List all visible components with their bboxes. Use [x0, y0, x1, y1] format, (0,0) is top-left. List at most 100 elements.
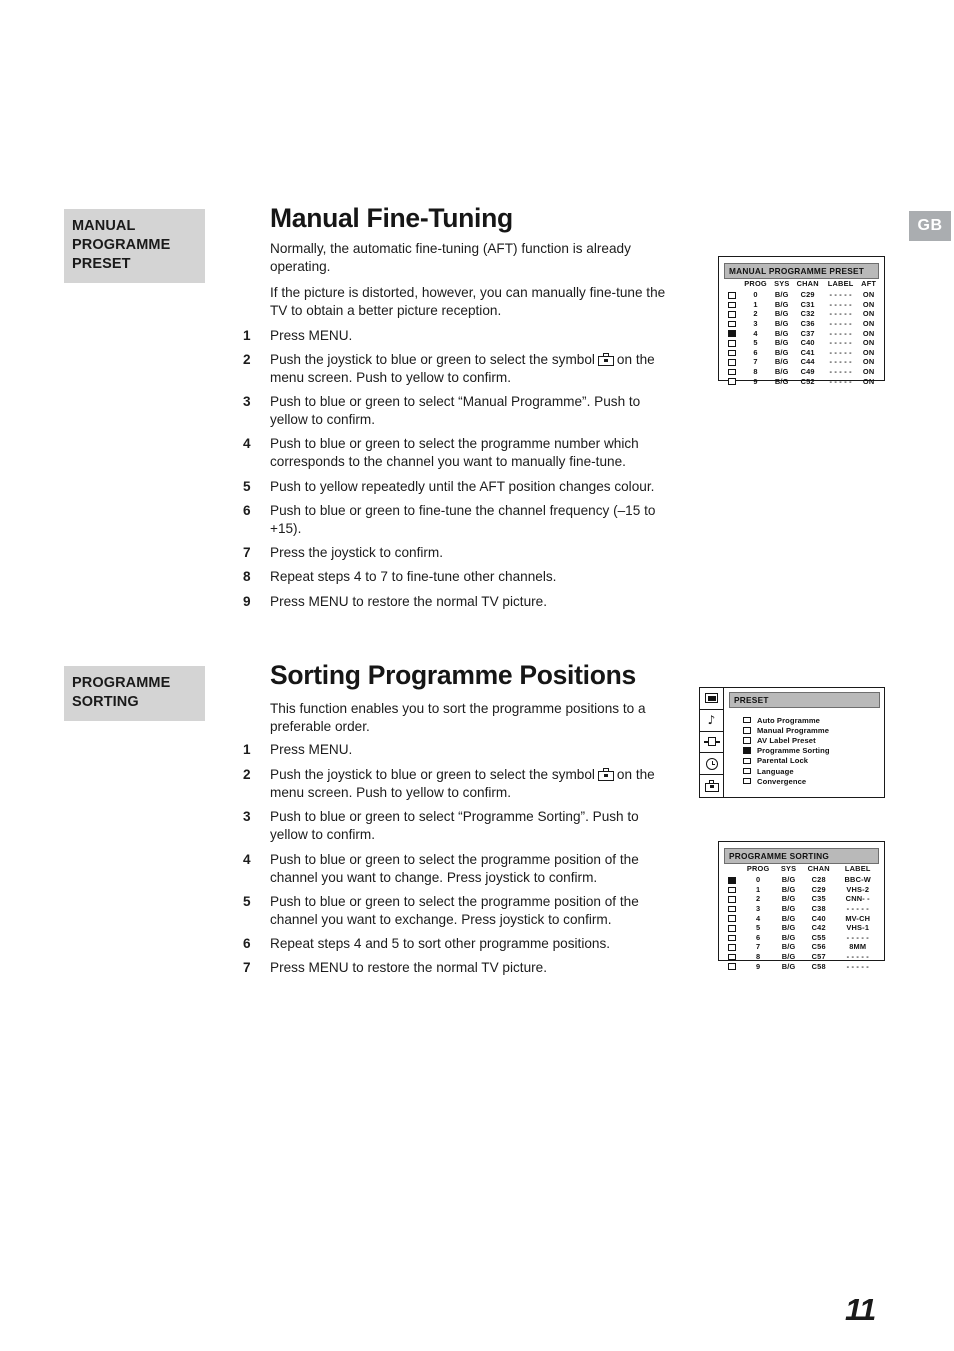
table-cell-aft: ON — [862, 376, 875, 386]
table-row[interactable]: 9 B/G C58 - - - - - — [724, 961, 879, 971]
table-row[interactable]: 0 B/G C28 BBC-W — [724, 875, 879, 885]
table-row[interactable]: 2 B/G C32 - - - - - ON — [724, 309, 879, 319]
checkbox-icon[interactable] — [728, 320, 736, 328]
osd-preset-menu: ♪ PRESET Auto Programme Manual Programme A… — [699, 687, 885, 798]
preset-menu-item[interactable]: Auto Programme — [743, 715, 880, 725]
checkbox-icon[interactable] — [728, 340, 736, 347]
checkbox-icon[interactable] — [728, 915, 736, 922]
row-checkbox-cell[interactable] — [724, 933, 740, 943]
checkbox-icon[interactable] — [743, 737, 751, 744]
table-row[interactable]: 7 B/G C44 - - - - - ON — [724, 357, 879, 367]
preset-menu-body: PRESET Auto Programme Manual Programme AV … — [724, 688, 884, 797]
checkbox-icon[interactable] — [728, 953, 736, 961]
checkbox-icon[interactable] — [728, 349, 736, 357]
table-cell-label: - - - - - — [829, 309, 852, 319]
table-header-cell: PROG — [746, 864, 770, 873]
table-row[interactable]: 0 B/G C29 - - - - - ON — [724, 290, 879, 300]
row-checkbox-cell[interactable] — [724, 885, 740, 895]
row-checkbox-cell[interactable] — [724, 961, 740, 971]
checkbox-icon[interactable] — [728, 963, 736, 970]
rail-item-timer[interactable] — [700, 753, 723, 776]
row-checkbox-cell[interactable] — [724, 338, 740, 348]
table-row[interactable]: 3 B/G C36 - - - - - ON — [724, 319, 879, 329]
table-row[interactable]: 5 B/G C42 VHS-1 — [724, 923, 879, 933]
checkbox-icon[interactable] — [743, 757, 751, 765]
table-cell-chan: C55 — [811, 932, 826, 942]
checkbox-icon[interactable] — [728, 292, 736, 299]
row-checkbox-cell[interactable] — [724, 367, 740, 377]
table-row[interactable]: 8 B/G C49 - - - - - ON — [724, 367, 879, 377]
row-checkbox-cell[interactable] — [724, 875, 740, 885]
table-row[interactable]: 7 B/G C56 8MM — [724, 942, 879, 952]
table-cell-chan: C32 — [800, 309, 815, 319]
row-checkbox-cell[interactable] — [724, 942, 740, 952]
rail-item-av[interactable] — [700, 731, 723, 754]
table-cell-label: BBC-W — [844, 875, 871, 885]
table-row[interactable]: 3 B/G C38 - - - - - — [724, 904, 879, 914]
preset-menu-item[interactable]: AV Label Preset — [743, 735, 880, 745]
checkbox-icon[interactable] — [728, 301, 736, 309]
row-checkbox-cell[interactable] — [724, 913, 740, 923]
row-checkbox-cell[interactable] — [724, 319, 740, 329]
checkbox-icon[interactable] — [728, 934, 736, 942]
row-checkbox-cell[interactable] — [724, 904, 740, 914]
rail-item-picture[interactable] — [700, 688, 723, 710]
table-cell-chan: C58 — [811, 961, 826, 971]
row-checkbox-cell[interactable] — [724, 290, 740, 300]
row-checkbox-cell[interactable] — [724, 923, 740, 933]
step-item: 6 Repeat steps 4 and 5 to sort other pro… — [243, 935, 678, 953]
checkbox-icon[interactable] — [728, 378, 736, 385]
table-cell-prog: 8 — [753, 367, 758, 377]
rail-item-sound[interactable]: ♪ — [700, 709, 723, 732]
table-cell-aft: ON — [862, 309, 875, 319]
step-text: Push the joystick to blue or green to se… — [270, 766, 678, 801]
rail-item-preset[interactable] — [700, 775, 723, 797]
checkbox-icon[interactable] — [743, 716, 751, 724]
preset-menu-item[interactable]: Convergence — [743, 776, 880, 786]
table-row[interactable]: 4 B/G C40 MV-CH — [724, 913, 879, 923]
checkbox-selected-icon[interactable] — [743, 747, 751, 754]
table-cell-chan: C41 — [800, 347, 815, 357]
table-row[interactable]: 1 B/G C31 - - - - - ON — [724, 300, 879, 310]
table-row[interactable]: 1 B/G C29 VHS-2 — [724, 885, 879, 895]
checkbox-icon[interactable] — [728, 925, 736, 932]
step-number: 2 — [243, 767, 251, 782]
checkbox-icon[interactable] — [728, 368, 736, 376]
table-row[interactable]: 4 B/G C37 - - - - - ON — [724, 328, 879, 338]
checkbox-icon[interactable] — [743, 727, 751, 734]
table-cell-prog: 9 — [755, 961, 761, 971]
step-item: 2 Push the joystick to blue or green to … — [243, 351, 678, 386]
table-row[interactable]: 5 B/G C40 - - - - - ON — [724, 338, 879, 348]
step-text: Repeat steps 4 and 5 to sort other progr… — [270, 936, 611, 951]
checkbox-icon[interactable] — [728, 896, 736, 903]
row-checkbox-cell[interactable] — [724, 300, 740, 310]
row-checkbox-cell[interactable] — [724, 894, 740, 904]
preset-menu-item[interactable]: Language — [743, 766, 880, 776]
checkbox-icon[interactable] — [728, 886, 736, 894]
table-cell-prog: 4 — [755, 913, 761, 923]
preset-menu-item[interactable]: Parental Lock — [743, 756, 880, 766]
row-checkbox-cell[interactable] — [724, 348, 740, 358]
row-checkbox-cell[interactable] — [724, 309, 740, 319]
row-checkbox-cell[interactable] — [724, 376, 740, 386]
table-row[interactable]: 9 B/G C52 - - - - - ON — [724, 376, 879, 386]
table-row[interactable]: 6 B/G C55 - - - - - — [724, 933, 879, 943]
table-row[interactable]: 6 B/G C41 - - - - - ON — [724, 348, 879, 358]
checkbox-icon[interactable] — [728, 311, 736, 318]
checkbox-selected-icon[interactable] — [728, 877, 736, 884]
table-row[interactable]: 8 B/G C57 - - - - - — [724, 952, 879, 962]
checkbox-icon[interactable] — [728, 944, 736, 951]
table-row[interactable]: 2 B/G C35 CNN- - — [724, 894, 879, 904]
row-checkbox-cell[interactable] — [724, 328, 740, 338]
checkbox-selected-icon[interactable] — [728, 330, 736, 337]
page-title-manual-fine-tuning: Manual Fine-Tuning — [270, 203, 513, 233]
checkbox-icon[interactable] — [728, 905, 736, 913]
preset-menu-item[interactable]: Programme Sorting — [743, 746, 880, 756]
row-checkbox-cell[interactable] — [724, 952, 740, 962]
checkbox-icon[interactable] — [743, 777, 751, 785]
checkbox-icon[interactable] — [743, 767, 751, 775]
table-cell-label: - - - - - — [829, 328, 852, 338]
preset-menu-item[interactable]: Manual Programme — [743, 725, 880, 735]
row-checkbox-cell[interactable] — [724, 357, 740, 367]
checkbox-icon[interactable] — [728, 359, 736, 366]
